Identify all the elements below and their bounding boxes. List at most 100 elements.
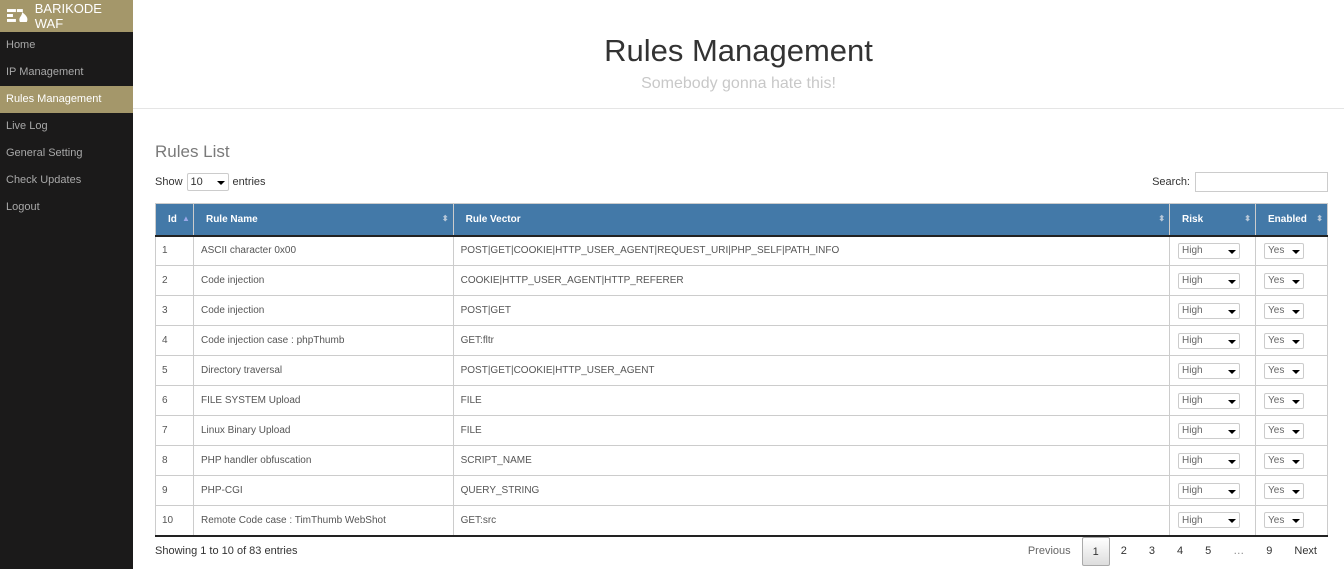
table-row: 10 Remote Code case : TimThumb WebShot GET… xyxy=(155,505,1328,537)
enabled-select[interactable]: Yes xyxy=(1264,332,1304,349)
enabled-select[interactable]: Yes xyxy=(1264,482,1304,499)
column-header-rule-name[interactable]: Rule Name ⬍ xyxy=(192,203,454,237)
cell-id: 7 xyxy=(155,415,194,446)
sidebar-item-general-setting[interactable]: General Setting xyxy=(0,140,133,167)
enabled-select[interactable]: Yes xyxy=(1264,272,1304,289)
risk-value: High xyxy=(1182,275,1203,286)
cell-enabled: Yes xyxy=(1255,505,1328,537)
sidebar-item-rules-management[interactable]: Rules Management xyxy=(0,86,133,113)
entries-label: entries xyxy=(232,176,266,188)
previous-button[interactable]: Previous xyxy=(1017,537,1082,566)
cell-rule-name: ASCII character 0x00 xyxy=(192,235,454,266)
chevron-down-icon xyxy=(1228,339,1237,344)
risk-select[interactable]: High xyxy=(1178,422,1241,439)
page-button-4[interactable]: 4 xyxy=(1166,537,1194,566)
risk-select[interactable]: High xyxy=(1178,482,1241,499)
enabled-select[interactable]: Yes xyxy=(1264,392,1304,409)
column-header-id[interactable]: Id ▲ xyxy=(155,203,194,237)
cell-risk: High xyxy=(1169,505,1256,537)
sidebar-item-home[interactable]: Home xyxy=(0,32,133,59)
risk-value: High xyxy=(1182,245,1203,257)
risk-select[interactable]: High xyxy=(1178,512,1241,529)
cell-id: 2 xyxy=(155,265,194,296)
table-row: 8 PHP handler obfuscation SCRIPT_NAME High Y… xyxy=(155,445,1328,476)
cell-rule-name: Code injection xyxy=(192,295,454,326)
risk-value: High xyxy=(1182,305,1203,316)
table-row: 4 Code injection case : phpThumb GET:fltr H… xyxy=(155,325,1328,356)
cell-id: 9 xyxy=(155,475,194,506)
risk-select[interactable]: High xyxy=(1178,362,1241,379)
brand[interactable]: BARIKODE WAF xyxy=(0,0,133,32)
search-box: Search: xyxy=(1152,172,1328,192)
cell-risk: High xyxy=(1169,355,1256,386)
page-button-2[interactable]: 2 xyxy=(1110,537,1138,566)
chevron-down-icon xyxy=(1292,369,1300,374)
enabled-select[interactable]: Yes xyxy=(1264,422,1304,439)
cell-enabled: Yes xyxy=(1255,355,1328,386)
page-button-3[interactable]: 3 xyxy=(1138,537,1166,566)
sidebar-item-ip-management[interactable]: IP Management xyxy=(0,59,133,86)
search-input[interactable] xyxy=(1195,172,1328,192)
risk-select[interactable]: High xyxy=(1178,242,1241,259)
cell-rule-vector: GET:fltr xyxy=(452,325,1171,356)
entries-select[interactable]: 10 xyxy=(186,173,229,191)
risk-select[interactable]: High xyxy=(1178,332,1241,349)
cell-rule-vector: POST|GET xyxy=(452,295,1171,326)
cell-rule-vector: FILE xyxy=(452,415,1171,446)
cell-rule-name: PHP handler obfuscation xyxy=(192,445,454,476)
chevron-down-icon xyxy=(216,181,225,185)
chevron-down-icon xyxy=(1228,309,1237,314)
cell-enabled: Yes xyxy=(1255,385,1328,416)
risk-select[interactable]: High xyxy=(1178,272,1241,289)
table-row: 5 Directory traversal POST|GET|COOKIE|HTTP… xyxy=(155,355,1328,386)
cell-id: 10 xyxy=(155,505,194,537)
enabled-value: Yes xyxy=(1268,305,1285,316)
page-button-5[interactable]: 5 xyxy=(1194,537,1222,566)
page-title: Rules Management xyxy=(604,33,873,68)
sidebar-nav: Home IP Management Rules Management Live Lo… xyxy=(0,32,133,221)
risk-select[interactable]: High xyxy=(1178,392,1241,409)
pagination-ellipsis: … xyxy=(1233,545,1245,557)
cell-rule-vector: QUERY_STRING xyxy=(452,475,1171,506)
column-header-risk[interactable]: Risk ⬍ xyxy=(1169,203,1256,237)
column-header-enabled[interactable]: Enabled ⬍ xyxy=(1255,203,1328,237)
risk-value: High xyxy=(1182,335,1203,346)
chevron-down-icon xyxy=(1292,279,1300,284)
table-row: 6 FILE SYSTEM Upload FILE High Yes xyxy=(155,385,1328,416)
page-subtitle: Somebody gonna hate this! xyxy=(641,75,836,92)
chevron-down-icon xyxy=(1228,279,1237,284)
cell-id: 4 xyxy=(155,325,194,356)
next-button[interactable]: Next xyxy=(1283,537,1328,566)
risk-select[interactable]: High xyxy=(1178,302,1241,319)
cell-rule-vector: COOKIE|HTTP_USER_AGENT|HTTP_REFERER xyxy=(452,265,1171,296)
cell-rule-name: Code injection xyxy=(192,265,454,296)
enabled-value: Yes xyxy=(1268,455,1285,466)
enabled-value: Yes xyxy=(1268,245,1285,257)
entries-value: 10 xyxy=(190,176,203,188)
table-row: 9 PHP-CGI QUERY_STRING High Yes xyxy=(155,475,1328,506)
column-label: Risk xyxy=(1182,213,1204,225)
column-label: Rule Vector xyxy=(465,213,521,225)
chevron-down-icon xyxy=(1228,519,1237,524)
cell-rule-vector: SCRIPT_NAME xyxy=(452,445,1171,476)
page-button-9[interactable]: 9 xyxy=(1255,537,1283,566)
sidebar-item-check-updates[interactable]: Check Updates xyxy=(0,167,133,194)
page-button-1[interactable]: 1 xyxy=(1081,537,1110,566)
cell-rule-name: Directory traversal xyxy=(192,355,454,386)
risk-value: High xyxy=(1182,365,1203,376)
enabled-select[interactable]: Yes xyxy=(1264,452,1304,469)
cell-rule-vector: POST|GET|COOKIE|HTTP_USER_AGENT xyxy=(452,355,1171,386)
column-header-rule-vector[interactable]: Rule Vector ⬍ xyxy=(452,203,1171,237)
enabled-value: Yes xyxy=(1268,514,1285,526)
cell-id: 1 xyxy=(155,235,194,266)
enabled-select[interactable]: Yes xyxy=(1264,362,1304,379)
sidebar-item-logout[interactable]: Logout xyxy=(0,194,133,221)
enabled-select[interactable]: Yes xyxy=(1264,512,1304,529)
enabled-select[interactable]: Yes xyxy=(1264,242,1304,259)
search-label: Search: xyxy=(1152,176,1190,188)
sidebar-item-live-log[interactable]: Live Log xyxy=(0,113,133,140)
barikode-logo-icon xyxy=(7,9,28,22)
risk-select[interactable]: High xyxy=(1178,452,1241,469)
enabled-select[interactable]: Yes xyxy=(1264,302,1304,319)
table-row: 7 Linux Binary Upload FILE High Yes xyxy=(155,415,1328,446)
